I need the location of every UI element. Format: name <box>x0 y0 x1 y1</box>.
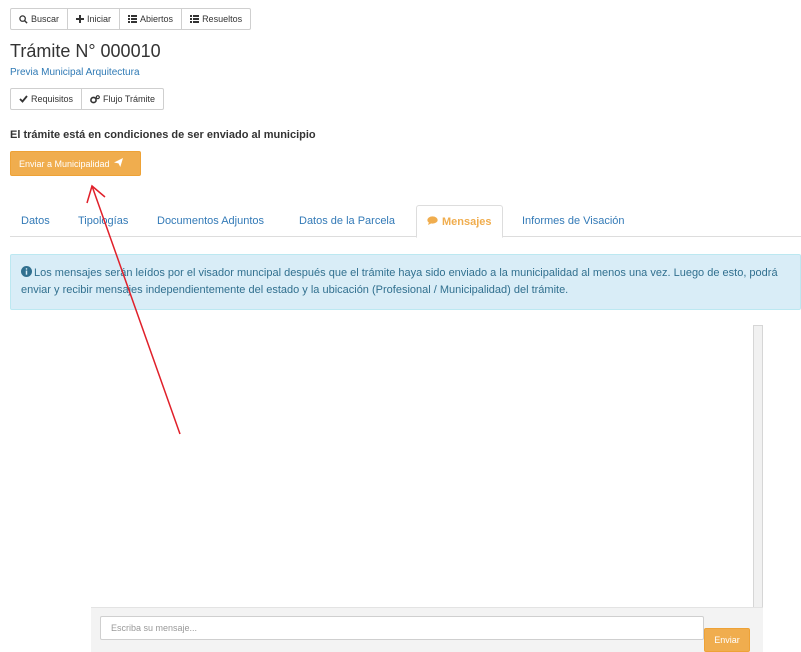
tab-datos-label: Datos <box>21 215 50 227</box>
tab-datos[interactable]: Datos <box>21 205 50 237</box>
tab-documentos-label: Documentos Adjuntos <box>157 215 265 227</box>
iniciar-label: Iniciar <box>87 14 112 24</box>
tab-tipologias-label: Tipologías <box>78 215 129 227</box>
tab-informes-visacion[interactable]: Informes de Visación <box>522 205 625 237</box>
check-icon <box>19 95 28 103</box>
info-text: Los mensajes serán leídos por el visador… <box>21 267 778 296</box>
requisitos-button[interactable]: Requisitos <box>10 88 83 110</box>
plus-icon <box>76 15 85 23</box>
tab-informes-label: Informes de Visación <box>522 215 625 227</box>
messages-list <box>10 320 763 607</box>
tab-tipologias[interactable]: Tipologías <box>78 205 128 237</box>
flujo-label: Flujo Trámite <box>103 94 156 104</box>
flujo-tramite-button[interactable]: Flujo Trámite <box>81 88 165 110</box>
buscar-label: Buscar <box>31 14 60 24</box>
tab-datos-parcela[interactable]: Datos de la Parcela <box>299 205 395 237</box>
resueltos-label: Resueltos <box>202 14 243 24</box>
list-icon <box>128 15 138 23</box>
info-alert: Los mensajes serán leídos por el visador… <box>10 254 801 310</box>
tramite-actions: Requisitos Flujo Trámite <box>10 88 165 110</box>
abiertos-button[interactable]: Abiertos <box>119 8 183 30</box>
top-toolbar: Buscar Iniciar Abiertos Resueltos <box>10 8 252 30</box>
list-icon <box>190 15 200 23</box>
tab-bar: Datos Tipologías Documentos Adjuntos Dat… <box>10 205 801 238</box>
tab-mensajes-label: Mensajes <box>442 215 492 228</box>
enviar-button[interactable]: Enviar <box>704 628 750 652</box>
enviar-municipalidad-button[interactable]: Enviar a Municipalidad <box>10 151 141 176</box>
paper-plane-icon <box>113 158 123 169</box>
status-message: El trámite está en condiciones de ser en… <box>10 129 316 141</box>
tramite-type-link[interactable]: Previa Municipal Arquitectura <box>10 67 140 78</box>
search-icon <box>19 14 28 24</box>
message-input[interactable] <box>100 616 704 640</box>
enviar-municipalidad-label: Enviar a Municipalidad <box>19 158 110 169</box>
buscar-button[interactable]: Buscar <box>10 8 69 30</box>
page-title: Trámite N° 000010 <box>10 41 161 61</box>
requisitos-label: Requisitos <box>31 94 74 104</box>
info-circle-icon <box>21 266 32 282</box>
resueltos-button[interactable]: Resueltos <box>181 8 252 30</box>
iniciar-button[interactable]: Iniciar <box>67 8 121 30</box>
cogs-icon <box>90 94 100 104</box>
tab-documentos-adjuntos[interactable]: Documentos Adjuntos <box>157 205 264 237</box>
tab-parcela-label: Datos de la Parcela <box>299 215 395 227</box>
messages-scrollbar[interactable] <box>753 325 763 611</box>
tab-mensajes[interactable]: Mensajes <box>416 205 503 238</box>
abiertos-label: Abiertos <box>140 14 174 24</box>
comment-icon <box>427 215 438 228</box>
